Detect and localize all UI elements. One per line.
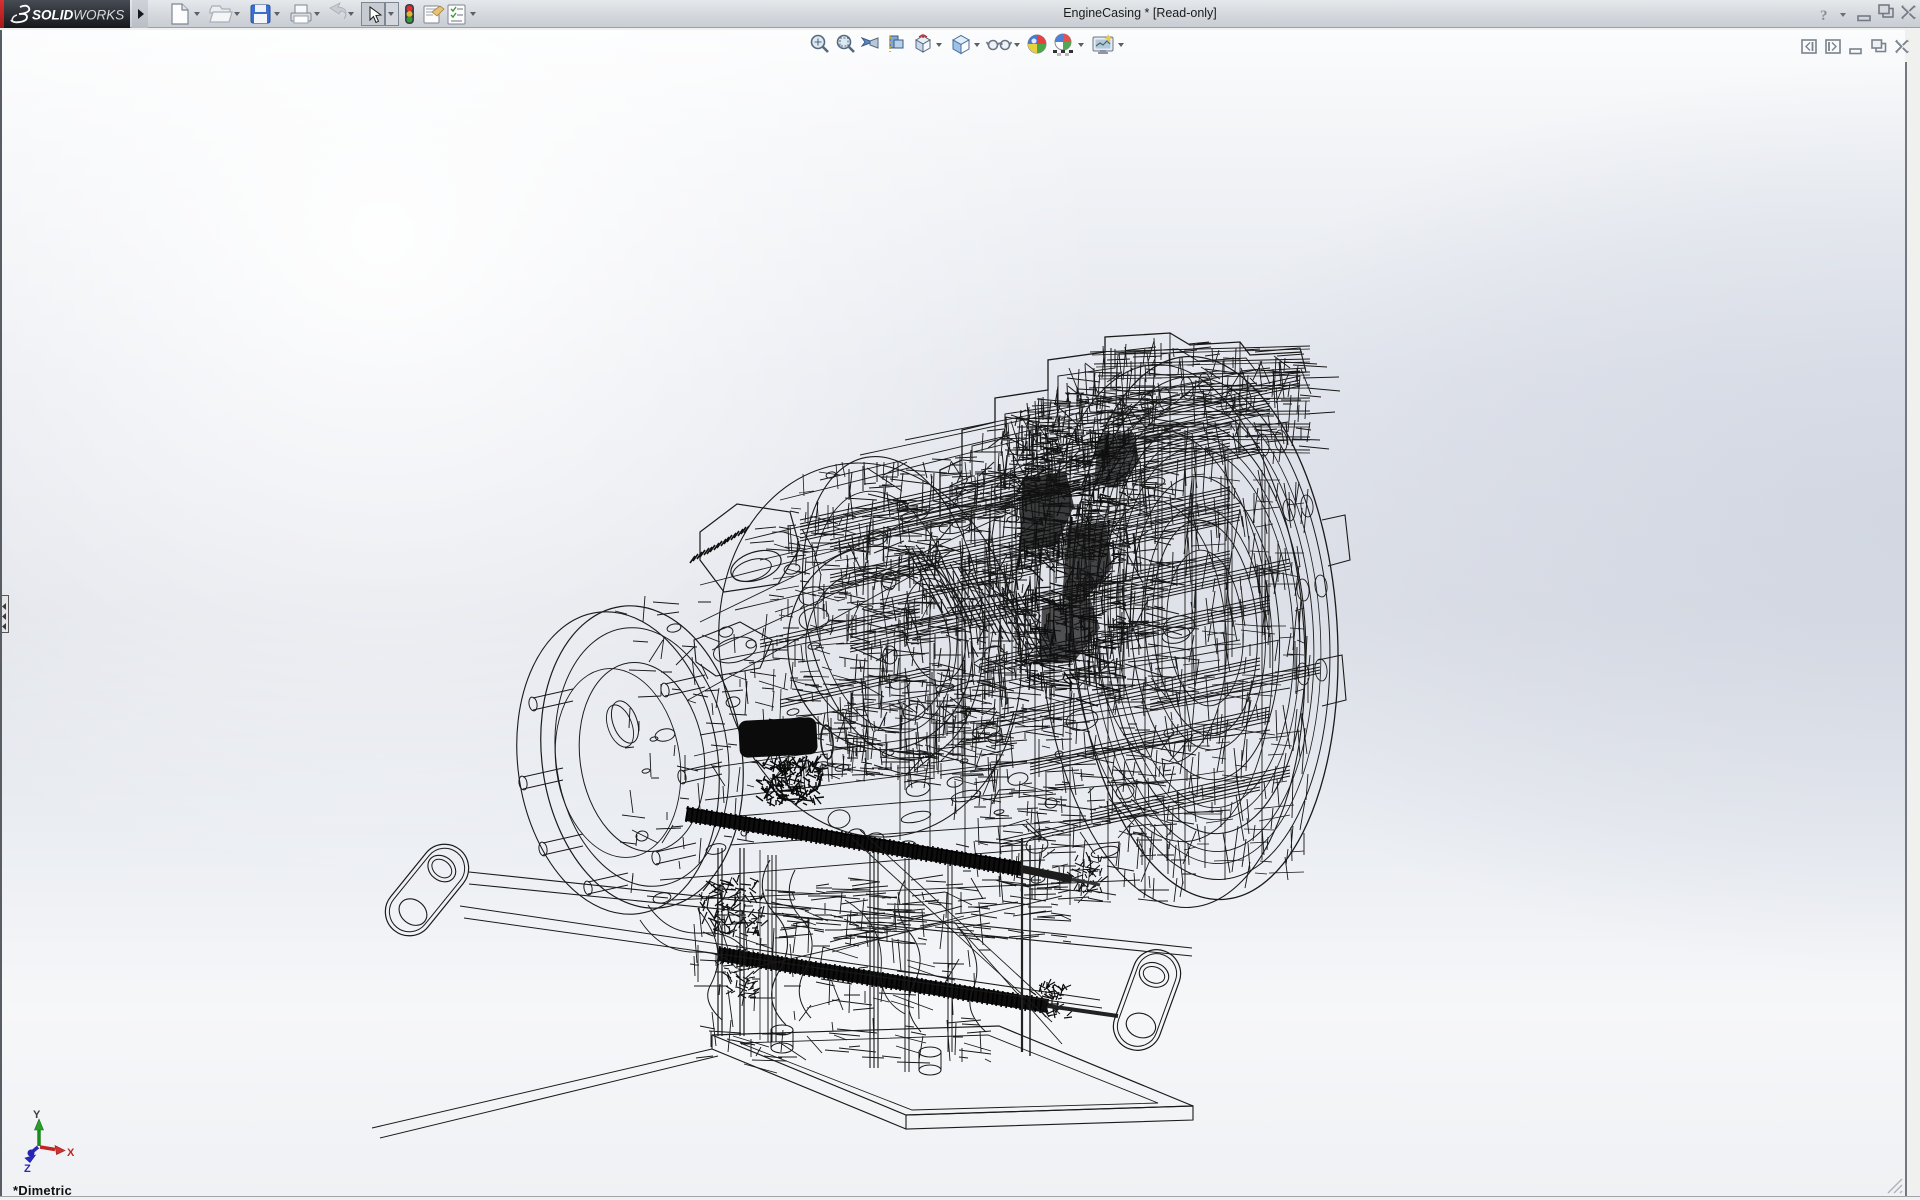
svg-text:X: X	[67, 1147, 75, 1159]
svg-text:SOLIDWORKS: SOLIDWORKS	[32, 8, 124, 23]
svg-text:Y: Y	[33, 1109, 41, 1121]
svg-text:Z: Z	[24, 1163, 31, 1175]
svg-text:?: ?	[1820, 8, 1828, 24]
